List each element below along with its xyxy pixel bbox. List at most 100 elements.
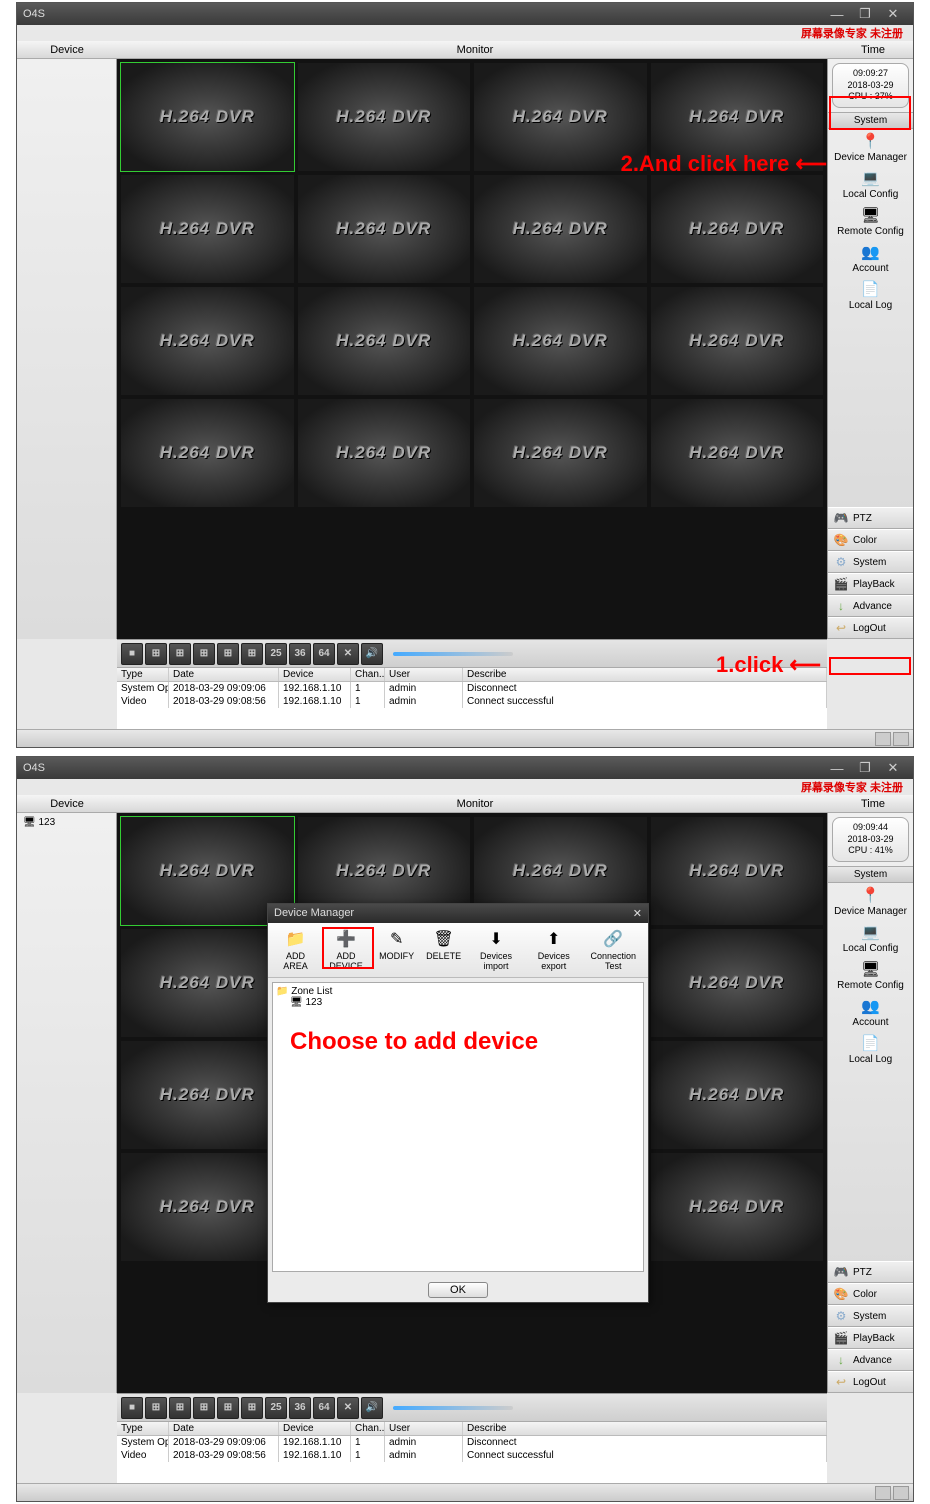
log-column-header[interactable]: Device [279,668,351,681]
status-button[interactable] [893,1486,909,1500]
video-cell[interactable]: H.264 DVR [474,63,647,171]
tab-playback[interactable]: 🎬PlayBack [828,1327,913,1349]
video-cell[interactable]: H.264 DVR [474,175,647,283]
log-column-header[interactable]: Device [279,1422,351,1435]
log-column-header[interactable]: Type [117,668,169,681]
close-button[interactable]: ✕ [879,760,907,776]
tree-root[interactable]: Zone List [291,986,332,997]
video-cell[interactable]: H.264 DVR [651,63,824,171]
dialog-delete-button[interactable]: 🗑DELETE [420,927,467,973]
ok-button[interactable]: OK [428,1282,488,1298]
dialog-connection-test-button[interactable]: 🔗Connection Test [583,927,644,973]
system-item-local-log[interactable]: 📄Local Log [828,277,913,314]
status-button[interactable] [893,732,909,746]
tab-ptz[interactable]: 🎮PTZ [828,507,913,529]
system-item-device-manager[interactable]: 📍Device Manager [828,129,913,166]
volume-slider[interactable] [393,652,513,656]
video-cell[interactable]: H.264 DVR [121,175,294,283]
video-cell[interactable]: H.264 DVR [651,175,824,283]
video-cell[interactable]: H.264 DVR [121,63,294,171]
system-item-account[interactable]: 👥Account [828,240,913,277]
video-cell[interactable]: H.264 DVR [651,817,824,925]
video-cell[interactable]: H.264 DVR [298,175,471,283]
video-cell[interactable]: H.264 DVR [298,287,471,395]
grid-layout-button[interactable]: 36 [289,1397,311,1419]
tab-system[interactable]: ⚙System [828,551,913,573]
video-cell[interactable]: H.264 DVR [121,287,294,395]
log-row[interactable]: Video2018-03-29 09:08:56192.168.1.101adm… [117,695,827,708]
video-cell[interactable]: H.264 DVR [474,287,647,395]
grid-layout-button[interactable]: ⊞ [169,1397,191,1419]
grid-layout-button[interactable]: ■ [121,643,143,665]
dialog-tree[interactable]: 📁 Zone List 🖥 123 Choose to add device [272,982,644,1272]
tree-item[interactable]: 123 [305,997,322,1008]
grid-layout-button[interactable]: 25 [265,643,287,665]
grid-layout-button[interactable]: ⊞ [241,1397,263,1419]
grid-layout-button[interactable]: ⊞ [145,643,167,665]
system-item-device-manager[interactable]: 📍Device Manager [828,883,913,920]
log-column-header[interactable]: Date [169,668,279,681]
grid-layout-button[interactable]: 🔊 [361,643,383,665]
tab-color[interactable]: 🎨Color [828,1283,913,1305]
log-row[interactable]: System Oper...2018-03-29 09:09:06192.168… [117,1436,827,1449]
video-cell[interactable]: H.264 DVR [651,287,824,395]
tab-ptz[interactable]: 🎮PTZ [828,1261,913,1283]
log-column-header[interactable]: Describe [463,1422,827,1435]
video-cell[interactable]: H.264 DVR [651,1041,824,1149]
video-cell[interactable]: H.264 DVR [121,399,294,507]
tab-system[interactable]: ⚙System [828,1305,913,1327]
dialog-devices-import-button[interactable]: ⬇Devices import [467,927,525,973]
video-cell[interactable]: H.264 DVR [298,399,471,507]
grid-layout-button[interactable]: 25 [265,1397,287,1419]
video-cell[interactable]: H.264 DVR [651,1153,824,1261]
tab-logout[interactable]: ↩LogOut [828,617,913,639]
log-row[interactable]: System Oper...2018-03-29 09:09:06192.168… [117,682,827,695]
close-button[interactable]: ✕ [879,6,907,22]
log-column-header[interactable]: Chan... [351,668,385,681]
status-button[interactable] [875,732,891,746]
log-column-header[interactable]: Chan... [351,1422,385,1435]
dialog-modify-button[interactable]: ✎MODIFY [373,927,420,973]
grid-layout-button[interactable]: ⊞ [217,643,239,665]
tab-advance[interactable]: ↓Advance [828,1349,913,1371]
log-row[interactable]: Video2018-03-29 09:08:56192.168.1.101adm… [117,1449,827,1462]
titlebar[interactable]: O4S — ❐ ✕ [17,757,913,779]
system-item-local-log[interactable]: 📄Local Log [828,1031,913,1068]
grid-layout-button[interactable]: ⊞ [193,1397,215,1419]
video-cell[interactable]: H.264 DVR [474,399,647,507]
grid-layout-button[interactable]: 64 [313,1397,335,1419]
grid-layout-button[interactable]: ⊞ [217,1397,239,1419]
grid-layout-button[interactable]: 36 [289,643,311,665]
titlebar[interactable]: O4S — ❐ ✕ [17,3,913,25]
grid-layout-button[interactable]: ⊞ [145,1397,167,1419]
volume-slider[interactable] [393,1406,513,1410]
video-cell[interactable]: H.264 DVR [298,63,471,171]
system-item-local-config[interactable]: 💻Local Config [828,920,913,957]
minimize-button[interactable]: — [823,761,851,776]
dialog-devices-export-button[interactable]: ⬆Devices export [525,927,583,973]
minimize-button[interactable]: — [823,7,851,22]
video-cell[interactable]: H.264 DVR [651,929,824,1037]
grid-layout-button[interactable]: ✕ [337,1397,359,1419]
grid-layout-button[interactable]: 64 [313,643,335,665]
system-item-account[interactable]: 👥Account [828,994,913,1031]
grid-layout-button[interactable]: ⊞ [169,643,191,665]
log-column-header[interactable]: User [385,1422,463,1435]
dialog-add-area-button[interactable]: 📁ADD AREA [272,927,319,973]
grid-layout-button[interactable]: ■ [121,1397,143,1419]
video-cell[interactable]: H.264 DVR [651,399,824,507]
grid-layout-button[interactable]: ⊞ [193,643,215,665]
log-column-header[interactable]: User [385,668,463,681]
tab-playback[interactable]: 🎬PlayBack [828,573,913,595]
dialog-titlebar[interactable]: Device Manager ✕ [268,904,648,923]
maximize-button[interactable]: ❐ [851,6,879,22]
status-button[interactable] [875,1486,891,1500]
grid-layout-button[interactable]: ⊞ [241,643,263,665]
tab-logout[interactable]: ↩LogOut [828,1371,913,1393]
system-item-local-config[interactable]: 💻Local Config [828,166,913,203]
system-item-remote-config[interactable]: 🖥Remote Config [828,957,913,994]
grid-layout-button[interactable]: ✕ [337,643,359,665]
tab-advance[interactable]: ↓Advance [828,595,913,617]
log-column-header[interactable]: Type [117,1422,169,1435]
device-tree-item[interactable]: 🖥 123 [19,817,114,828]
